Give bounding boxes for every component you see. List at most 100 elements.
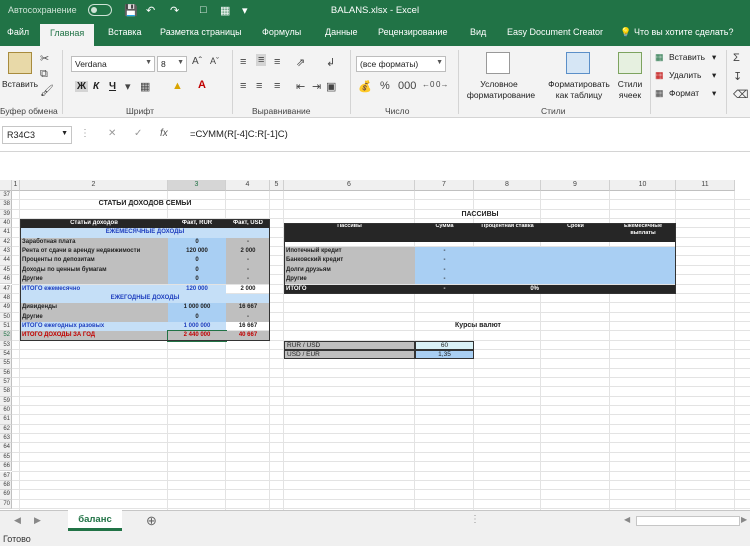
comma-style-icon[interactable]: 000: [398, 80, 416, 92]
decrease-indent-icon[interactable]: ⇤: [296, 80, 305, 93]
worksheet-grid[interactable]: 1 2 3 4 5 6 7 8 9 10 11 37 38 39 40 41 42 43 44 45 46 47 48 49 5…: [0, 180, 750, 510]
align-top-icon[interactable]: ≡: [240, 56, 246, 68]
row-header[interactable]: 65: [0, 452, 12, 463]
monthly-total-rur[interactable]: 120 000: [168, 284, 226, 294]
column-header[interactable]: 2: [20, 180, 168, 191]
liability-row-label[interactable]: Ипотечный кредит: [284, 247, 415, 257]
next-sheet-icon[interactable]: ▶: [34, 515, 41, 526]
liability-row-sum[interactable]: -: [415, 265, 474, 276]
liability-total-label[interactable]: ИТОГО: [284, 284, 415, 294]
row-header[interactable]: 39: [0, 209, 12, 220]
liabilities-header[interactable]: Процентная ставка: [474, 223, 541, 243]
autosum-icon[interactable]: Σ: [733, 52, 740, 64]
merge-cells-icon[interactable]: ▣: [326, 80, 336, 93]
new-file-icon[interactable]: □: [200, 4, 207, 16]
monthly-total-usd[interactable]: 2 000: [226, 285, 270, 294]
bold-button[interactable]: Ж: [75, 81, 89, 92]
row-header[interactable]: 48: [0, 293, 12, 304]
insert-cells-icon[interactable]: ▦: [655, 52, 664, 63]
column-header[interactable]: 4: [226, 180, 270, 191]
liability-row-label[interactable]: Другие: [284, 275, 415, 285]
row-header[interactable]: 44: [0, 256, 12, 266]
currency-icon[interactable]: 💰: [358, 80, 372, 93]
liabilities-header[interactable]: Ежемесячные выплаты: [610, 223, 676, 243]
insert-dropdown-icon[interactable]: ▾: [712, 52, 716, 63]
enter-icon[interactable]: ✓: [134, 128, 142, 139]
italic-button[interactable]: К: [93, 81, 99, 92]
delete-dropdown-icon[interactable]: ▾: [712, 70, 716, 81]
tab-file[interactable]: Файл: [7, 27, 29, 37]
scroll-left-icon[interactable]: ◀: [624, 515, 630, 524]
row-header[interactable]: 64: [0, 443, 12, 453]
column-header[interactable]: 8: [474, 180, 541, 191]
liability-total-rate[interactable]: 0%: [474, 284, 541, 294]
row-header[interactable]: 50: [0, 312, 12, 322]
column-header[interactable]: 7: [415, 180, 474, 191]
horizontal-scrollbar[interactable]: [636, 516, 740, 526]
tab-data[interactable]: Данные: [325, 27, 358, 37]
row-header[interactable]: 60: [0, 406, 12, 416]
liabilities-title[interactable]: ПАССИВЫ: [284, 210, 676, 219]
row-header[interactable]: 63: [0, 434, 12, 444]
tab-insert[interactable]: Вставка: [108, 27, 141, 37]
income-header-usd[interactable]: Факт, USD: [226, 219, 270, 229]
paste-icon[interactable]: [8, 52, 32, 74]
align-middle-icon[interactable]: ≡: [256, 54, 267, 66]
column-header[interactable]: 3: [168, 180, 226, 191]
row-header[interactable]: 41: [0, 228, 12, 238]
column-header[interactable]: 9: [541, 180, 610, 191]
row-header[interactable]: 58: [0, 387, 12, 397]
row-header[interactable]: 56: [0, 368, 12, 378]
formula-input[interactable]: =СУММ(R[-4]C:R[-1]C): [190, 129, 288, 140]
yearly-total-usd[interactable]: 16 667: [226, 322, 270, 331]
tab-formulas[interactable]: Формулы: [262, 27, 301, 37]
sheet-tab-balans[interactable]: баланс: [68, 510, 122, 531]
fill-icon[interactable]: ↧: [733, 70, 742, 83]
row-header[interactable]: 37: [0, 191, 12, 201]
liability-row-payment[interactable]: [610, 275, 676, 285]
grand-total-usd[interactable]: 40 667: [226, 331, 270, 341]
liability-row-payment[interactable]: [610, 247, 676, 257]
liabilities-header[interactable]: Сроки: [541, 223, 610, 243]
row-header[interactable]: 70: [0, 499, 12, 509]
insert-cells-button[interactable]: Вставить: [669, 52, 705, 62]
liability-row-term[interactable]: [541, 265, 610, 276]
income-row-usd[interactable]: -: [226, 256, 270, 266]
row-header[interactable]: 52: [0, 331, 12, 341]
liability-row-rate[interactable]: [474, 275, 541, 285]
paste-button[interactable]: Вставить: [2, 79, 38, 89]
income-title[interactable]: СТАТЬИ ДОХОДОВ СЕМЬИ: [20, 200, 270, 209]
liability-row-sum[interactable]: -: [415, 256, 474, 266]
row-header[interactable]: 57: [0, 378, 12, 388]
decrease-decimal-icon[interactable]: 0→: [436, 80, 448, 89]
row-header[interactable]: 61: [0, 415, 12, 425]
redo-icon[interactable]: ↷: [170, 4, 179, 17]
income-row-label[interactable]: Другие: [20, 275, 168, 285]
format-as-table-icon[interactable]: [566, 52, 590, 74]
scroll-right-icon[interactable]: ▶: [741, 515, 747, 524]
rate-label[interactable]: USD / EUR: [284, 349, 415, 360]
liability-row-rate[interactable]: [474, 256, 541, 266]
cancel-icon[interactable]: ✕: [108, 128, 116, 139]
column-header[interactable]: 10: [610, 180, 676, 191]
row-header[interactable]: 46: [0, 275, 12, 285]
add-sheet-icon[interactable]: ⊕: [146, 513, 157, 529]
row-header[interactable]: 40: [0, 219, 12, 229]
undo-icon[interactable]: ↶: [146, 4, 155, 17]
income-row-rur[interactable]: 0: [168, 265, 226, 276]
income-row-usd[interactable]: -: [226, 312, 270, 322]
row-header[interactable]: 42: [0, 237, 12, 248]
autosave-toggle[interactable]: [88, 4, 112, 16]
rate-value[interactable]: 1,35: [415, 349, 474, 360]
prev-sheet-icon[interactable]: ◀: [14, 515, 21, 526]
copy-icon[interactable]: ⧉: [40, 68, 48, 81]
increase-decimal-icon[interactable]: ←0: [422, 80, 434, 89]
yearly-total-rur[interactable]: 1 000 000: [168, 321, 226, 332]
liability-row-payment[interactable]: [610, 256, 676, 266]
conditional-formatting-icon[interactable]: [486, 52, 510, 74]
row-header[interactable]: 54: [0, 349, 12, 360]
font-size-combo[interactable]: 8 ▼: [157, 56, 187, 72]
income-header-rur[interactable]: Факт, RUR: [168, 219, 226, 229]
income-row-label[interactable]: Другие: [20, 312, 168, 322]
shrink-font-icon[interactable]: Aˇ: [210, 56, 219, 66]
